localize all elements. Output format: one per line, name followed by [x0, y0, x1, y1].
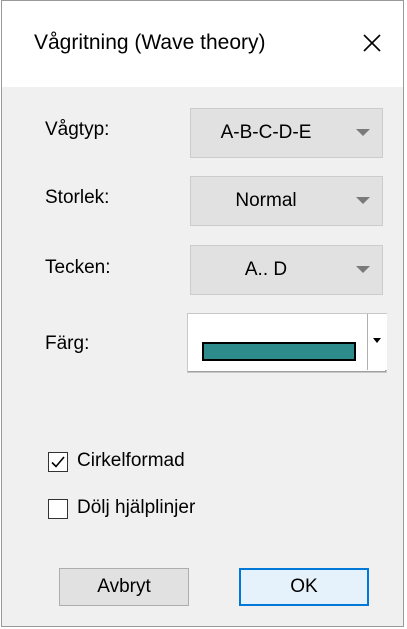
- hide-helplines-label: Dölj hjälplinjer: [77, 497, 196, 518]
- size-select[interactable]: Normal: [190, 176, 383, 226]
- signs-label: Tecken:: [45, 257, 111, 278]
- wave-theory-dialog: Vågritning (Wave theory) Vågtyp: A-B-C-D…: [1, 0, 404, 627]
- signs-value: A.. D: [244, 259, 288, 280]
- wave-type-value: A-B-C-D-E: [220, 122, 312, 143]
- close-button[interactable]: [352, 23, 392, 63]
- signs-select[interactable]: A.. D: [190, 245, 383, 295]
- chevron-down-icon: [373, 338, 381, 343]
- circle-shaped-checkbox[interactable]: [48, 452, 68, 472]
- chevron-down-icon: [356, 266, 370, 273]
- chevron-down-icon: [356, 197, 370, 204]
- close-icon: [363, 34, 381, 52]
- cancel-button[interactable]: Avbryt: [59, 568, 189, 606]
- color-label: Färg:: [45, 333, 90, 354]
- ok-button[interactable]: OK: [239, 568, 369, 606]
- window-title: Vågritning (Wave theory): [34, 31, 266, 54]
- wave-type-select[interactable]: A-B-C-D-E: [190, 108, 383, 158]
- wave-type-label: Vågtyp:: [45, 119, 110, 140]
- color-dropdown-button[interactable]: [367, 314, 387, 370]
- hide-helplines-checkbox[interactable]: [48, 499, 68, 519]
- title-bar: Vågritning (Wave theory): [2, 1, 403, 87]
- size-value: Normal: [235, 190, 297, 211]
- size-label: Storlek:: [45, 187, 110, 208]
- checkmark-icon: [51, 456, 65, 468]
- chevron-down-icon: [356, 129, 370, 136]
- circle-shaped-label: Cirkelformad: [77, 450, 185, 471]
- color-picker[interactable]: [187, 313, 387, 373]
- color-swatch: [202, 342, 356, 361]
